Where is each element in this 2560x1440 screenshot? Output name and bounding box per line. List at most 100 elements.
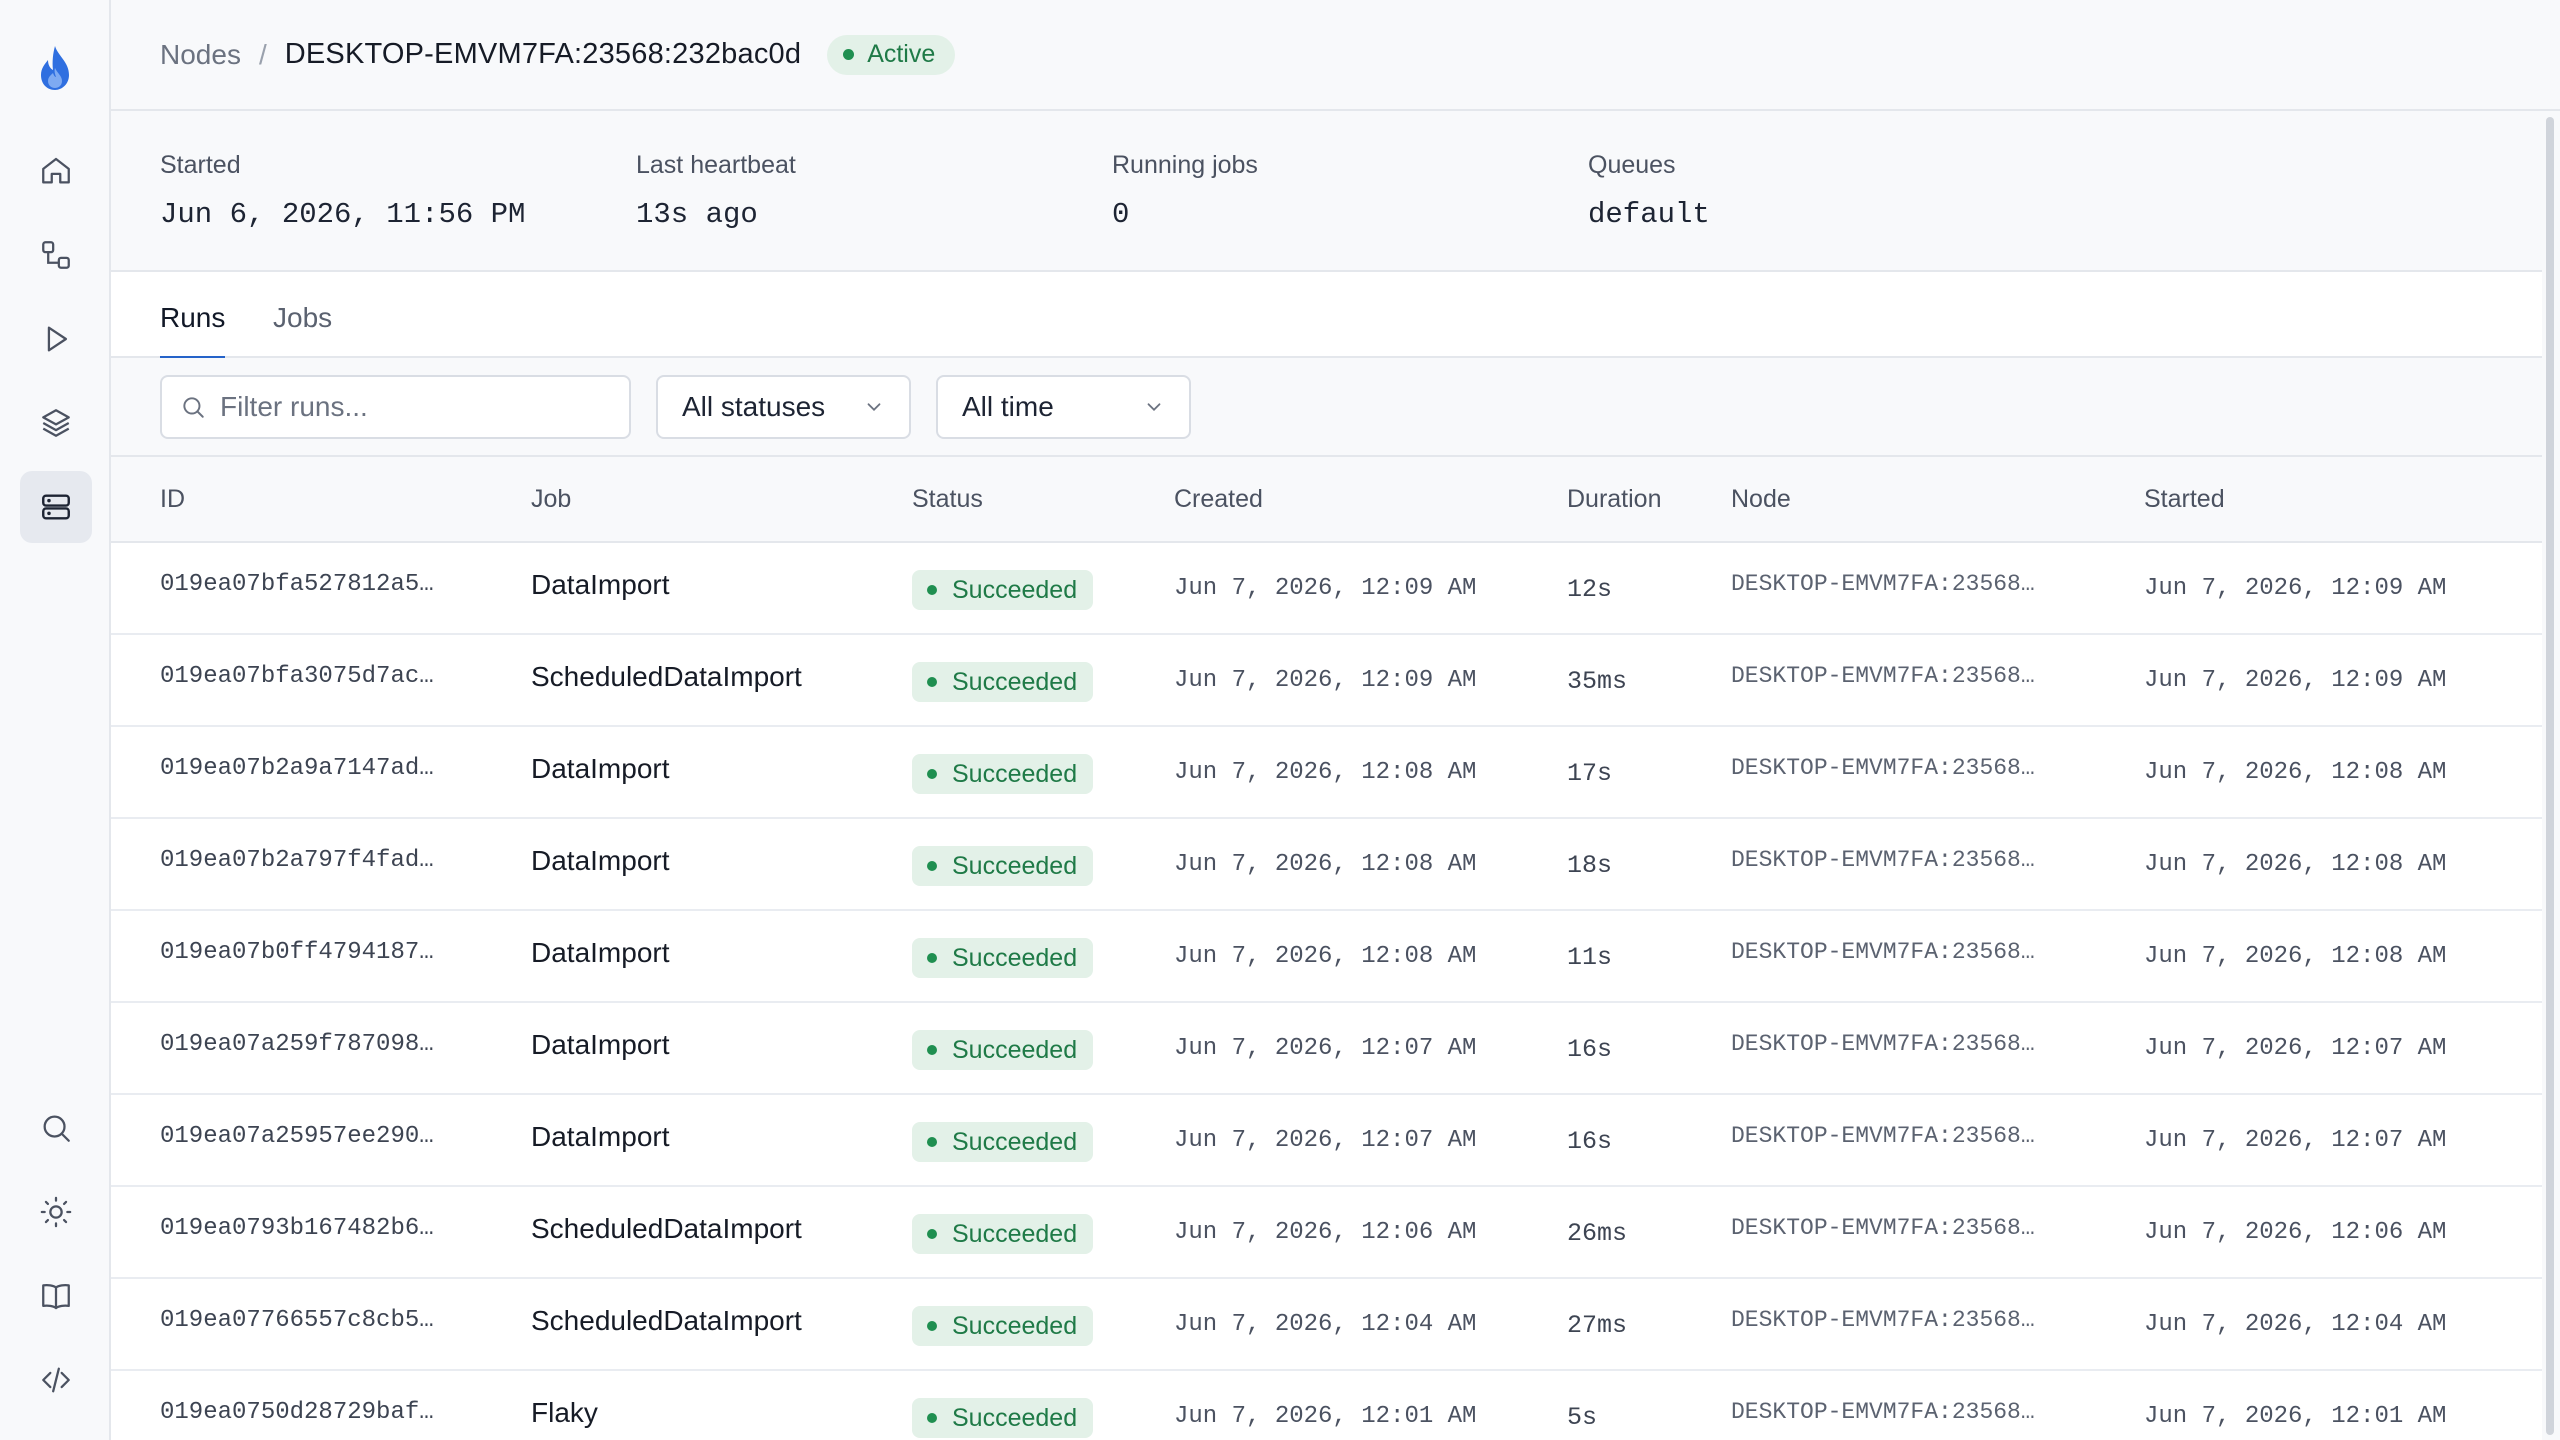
stat-label: Running jobs [1112, 151, 1258, 179]
table-row[interactable]: 019ea07a25957ee290… DataImport Succeeded Ju… [111, 1095, 2542, 1187]
created-time: Jun 7, 2026, 12:08 AM [1174, 851, 1477, 878]
run-id[interactable]: 019ea0793b167482b6… [160, 1215, 434, 1242]
table-row[interactable]: 019ea07bfa3075d7ac… ScheduledDataImport Su… [111, 635, 2542, 727]
status-dot-icon [927, 1137, 937, 1147]
job-name[interactable]: DataImport [531, 937, 670, 969]
play-icon[interactable] [20, 303, 92, 375]
node-name[interactable]: DESKTOP-EMVM7FA:23568… [1731, 1307, 2035, 1333]
duration: 5s [1567, 1403, 1598, 1432]
status-dot-icon [927, 1229, 937, 1239]
layers-icon[interactable] [20, 387, 92, 459]
run-id[interactable]: 019ea07b2a797f4fad… [160, 847, 434, 874]
node-name[interactable]: DESKTOP-EMVM7FA:23568… [1731, 939, 2035, 965]
run-id[interactable]: 019ea07bfa527812a5… [160, 571, 434, 598]
run-id[interactable]: 019ea0750d28729baf… [160, 1399, 434, 1426]
node-name[interactable]: DESKTOP-EMVM7FA:23568… [1731, 847, 2035, 873]
node-name[interactable]: DESKTOP-EMVM7FA:23568… [1731, 755, 2035, 781]
sun-icon[interactable] [20, 1176, 92, 1248]
scrollbar[interactable] [2542, 111, 2560, 1440]
column-header-created[interactable]: Created [1174, 485, 1263, 514]
run-id[interactable]: 019ea07a259f787098… [160, 1031, 434, 1058]
job-name[interactable]: DataImport [531, 845, 670, 877]
started-time: Jun 7, 2026, 12:01 AM [2144, 1403, 2447, 1430]
table-row[interactable]: 019ea07766557c8cb5… ScheduledDataImport Su… [111, 1279, 2542, 1371]
table-row[interactable]: 019ea07b2a9a7147ad… DataImport Succeeded Ju… [111, 727, 2542, 819]
column-header-job[interactable]: Job [531, 485, 571, 514]
server-icon[interactable] [20, 471, 92, 543]
job-name[interactable]: ScheduledDataImport [531, 1213, 802, 1245]
status-badge-label: Active [867, 40, 936, 68]
node-name[interactable]: DESKTOP-EMVM7FA:23568… [1731, 1399, 2035, 1425]
status-dot-icon [927, 1321, 937, 1331]
job-name[interactable]: DataImport [531, 753, 670, 785]
status-dot-icon [927, 953, 937, 963]
tab-runs[interactable]: Runs [160, 302, 226, 360]
table-row[interactable]: 019ea07bfa527812a5… DataImport Succeeded Ju… [111, 543, 2542, 635]
created-time: Jun 7, 2026, 12:09 AM [1174, 667, 1477, 694]
node-name[interactable]: DESKTOP-EMVM7FA:23568… [1731, 1215, 2035, 1241]
table-header: ID Job Status Created Duration Node Star… [111, 457, 2542, 543]
book-icon[interactable] [20, 1260, 92, 1332]
scrollbar-thumb[interactable] [2546, 117, 2554, 1435]
status-label: Succeeded [952, 851, 1078, 880]
workflow-icon[interactable] [20, 219, 92, 291]
home-icon[interactable] [20, 135, 92, 207]
stat-label: Started [160, 151, 241, 179]
started-time: Jun 7, 2026, 12:06 AM [2144, 1219, 2447, 1246]
job-name[interactable]: DataImport [531, 569, 670, 601]
stat-running-jobs: Running jobs 0 [1112, 151, 1258, 231]
duration: 16s [1567, 1035, 1613, 1064]
duration: 17s [1567, 759, 1613, 788]
table-row[interactable]: 019ea07b0ff4794187… DataImport Succeeded Ju… [111, 911, 2542, 1003]
column-header-status[interactable]: Status [912, 485, 983, 514]
node-name[interactable]: DESKTOP-EMVM7FA:23568… [1731, 1123, 2035, 1149]
status-badge: Succeeded [912, 1214, 1094, 1254]
breadcrumb-nodes-link[interactable]: Nodes [160, 39, 241, 71]
run-id[interactable]: 019ea07bfa3075d7ac… [160, 663, 434, 690]
job-name[interactable]: ScheduledDataImport [531, 661, 802, 693]
started-time: Jun 7, 2026, 12:07 AM [2144, 1127, 2447, 1154]
filter-runs-input[interactable] [220, 391, 620, 423]
code-icon[interactable] [20, 1344, 92, 1416]
table-row[interactable]: 019ea0750d28729baf… Flaky Succeeded Jun 7, … [111, 1371, 2542, 1440]
node-name[interactable]: DESKTOP-EMVM7FA:23568… [1731, 571, 2035, 597]
job-name[interactable]: DataImport [531, 1121, 670, 1153]
created-time: Jun 7, 2026, 12:04 AM [1174, 1311, 1477, 1338]
stat-label: Queues [1588, 151, 1676, 179]
table-row[interactable]: 019ea0793b167482b6… ScheduledDataImport Su… [111, 1187, 2542, 1279]
status-label: Succeeded [952, 943, 1078, 972]
run-id[interactable]: 019ea07b0ff4794187… [160, 939, 434, 966]
job-name[interactable]: DataImport [531, 1029, 670, 1061]
status-badge: Succeeded [912, 662, 1094, 702]
duration: 27ms [1567, 1311, 1628, 1340]
column-header-id[interactable]: ID [160, 485, 185, 514]
column-header-node[interactable]: Node [1731, 485, 1791, 514]
started-time: Jun 7, 2026, 12:07 AM [2144, 1035, 2447, 1062]
column-header-duration[interactable]: Duration [1567, 485, 1662, 514]
status-label: Succeeded [952, 759, 1078, 788]
run-id[interactable]: 019ea07a25957ee290… [160, 1123, 434, 1150]
time-filter-select[interactable]: All time [936, 375, 1191, 439]
flame-logo[interactable] [33, 44, 77, 92]
node-name[interactable]: DESKTOP-EMVM7FA:23568… [1731, 1031, 2035, 1057]
job-name[interactable]: ScheduledDataImport [531, 1305, 802, 1337]
stat-label: Last heartbeat [636, 151, 796, 179]
search-icon[interactable] [20, 1092, 92, 1164]
status-filter-select[interactable]: All statuses [656, 375, 911, 439]
tab-bar: Runs Jobs [111, 272, 2542, 360]
started-time: Jun 7, 2026, 12:09 AM [2144, 575, 2447, 602]
created-time: Jun 7, 2026, 12:01 AM [1174, 1403, 1477, 1430]
node-name[interactable]: DESKTOP-EMVM7FA:23568… [1731, 663, 2035, 689]
run-id[interactable]: 019ea07b2a9a7147ad… [160, 755, 434, 782]
created-time: Jun 7, 2026, 12:07 AM [1174, 1035, 1477, 1062]
job-name[interactable]: Flaky [531, 1397, 598, 1429]
search-field[interactable] [160, 375, 631, 439]
run-id[interactable]: 019ea07766557c8cb5… [160, 1307, 434, 1334]
stat-started: Started Jun 6, 2026, 11:56 PM [160, 151, 525, 231]
tab-jobs[interactable]: Jobs [273, 302, 332, 356]
duration: 26ms [1567, 1219, 1628, 1248]
started-time: Jun 7, 2026, 12:08 AM [2144, 943, 2447, 970]
table-row[interactable]: 019ea07a259f787098… DataImport Succeeded Ju… [111, 1003, 2542, 1095]
table-row[interactable]: 019ea07b2a797f4fad… DataImport Succeeded Ju… [111, 819, 2542, 911]
column-header-started[interactable]: Started [2144, 485, 2225, 514]
